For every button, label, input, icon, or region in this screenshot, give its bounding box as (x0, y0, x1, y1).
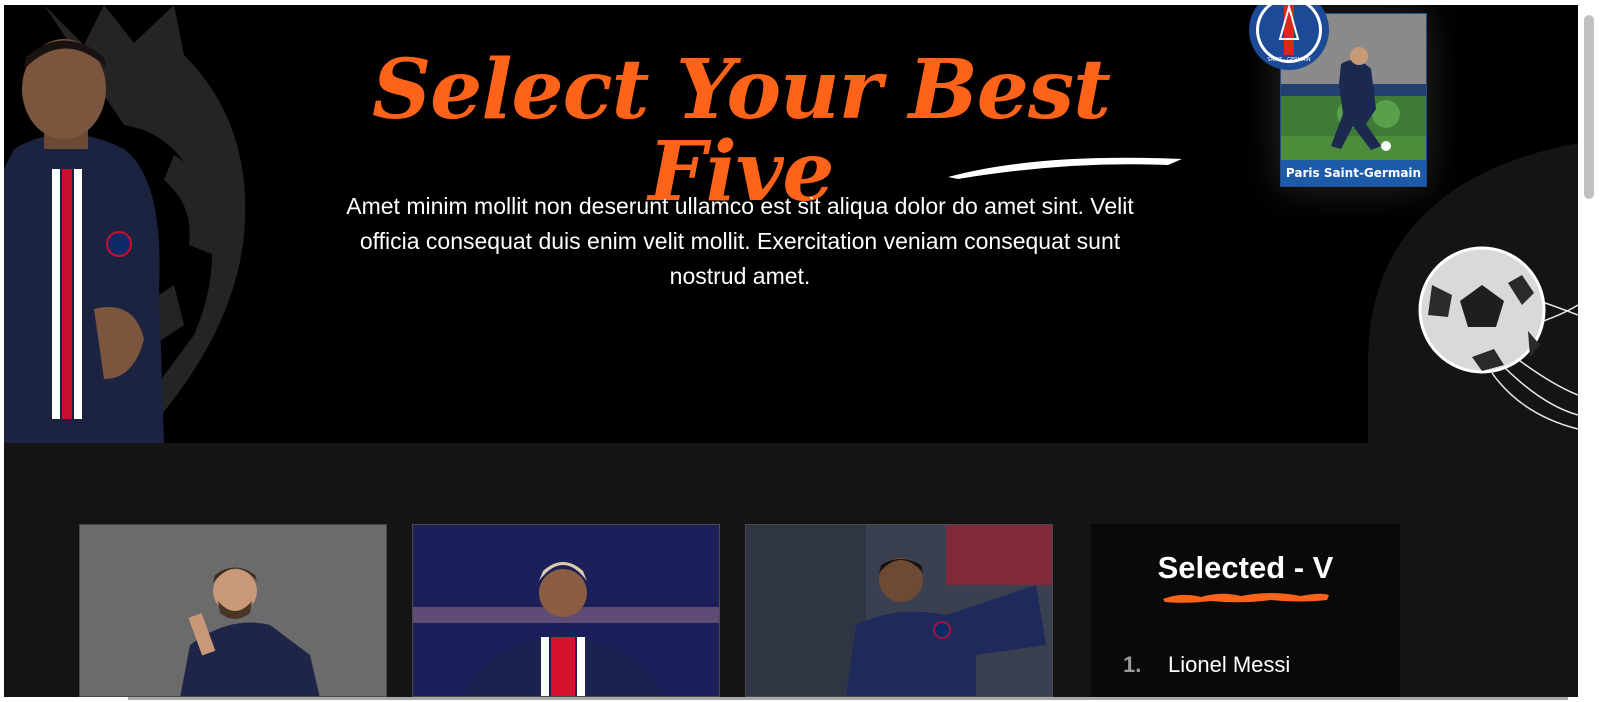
brush-underline-decoration (1163, 593, 1329, 603)
horizontal-scrollbar-thumb[interactable] (128, 697, 1568, 700)
vertical-scrollbar-thumb[interactable] (1584, 15, 1594, 199)
player-card[interactable] (412, 524, 720, 697)
svg-text:SAINT · GERMAIN: SAINT · GERMAIN (1267, 57, 1310, 63)
hero-description: Amet minim mollit non deserunt ullamco e… (346, 193, 1134, 289)
players-section: Selected - V 1. Lionel Messi (4, 443, 1578, 697)
brush-underline-decoration (948, 157, 1182, 179)
selected-item-number: 1. (1123, 652, 1142, 677)
horizontal-scrollbar[interactable] (0, 697, 1600, 702)
psg-badge-icon: SAINT · GERMAIN (1249, 5, 1329, 70)
selected-item-name: Lionel Messi (1168, 652, 1291, 677)
player-card-image (413, 525, 719, 696)
selected-list-item: 1. Lionel Messi (1123, 650, 1290, 680)
player-photo-left (4, 39, 164, 443)
vertical-scrollbar[interactable] (1580, 5, 1600, 697)
player-card[interactable] (745, 524, 1053, 697)
page-viewport: Select Your Best Five Amet minim mollit … (4, 5, 1578, 697)
soccer-ball-icon (1418, 246, 1578, 430)
selected-title: Selected - V (1157, 550, 1334, 585)
selected-players-panel: Selected - V 1. Lionel Messi (1091, 524, 1400, 697)
player-card-image (746, 525, 1052, 696)
player-card-image (80, 525, 386, 696)
hero-banner: Select Your Best Five Amet minim mollit … (4, 5, 1578, 443)
player-card[interactable] (79, 524, 387, 697)
